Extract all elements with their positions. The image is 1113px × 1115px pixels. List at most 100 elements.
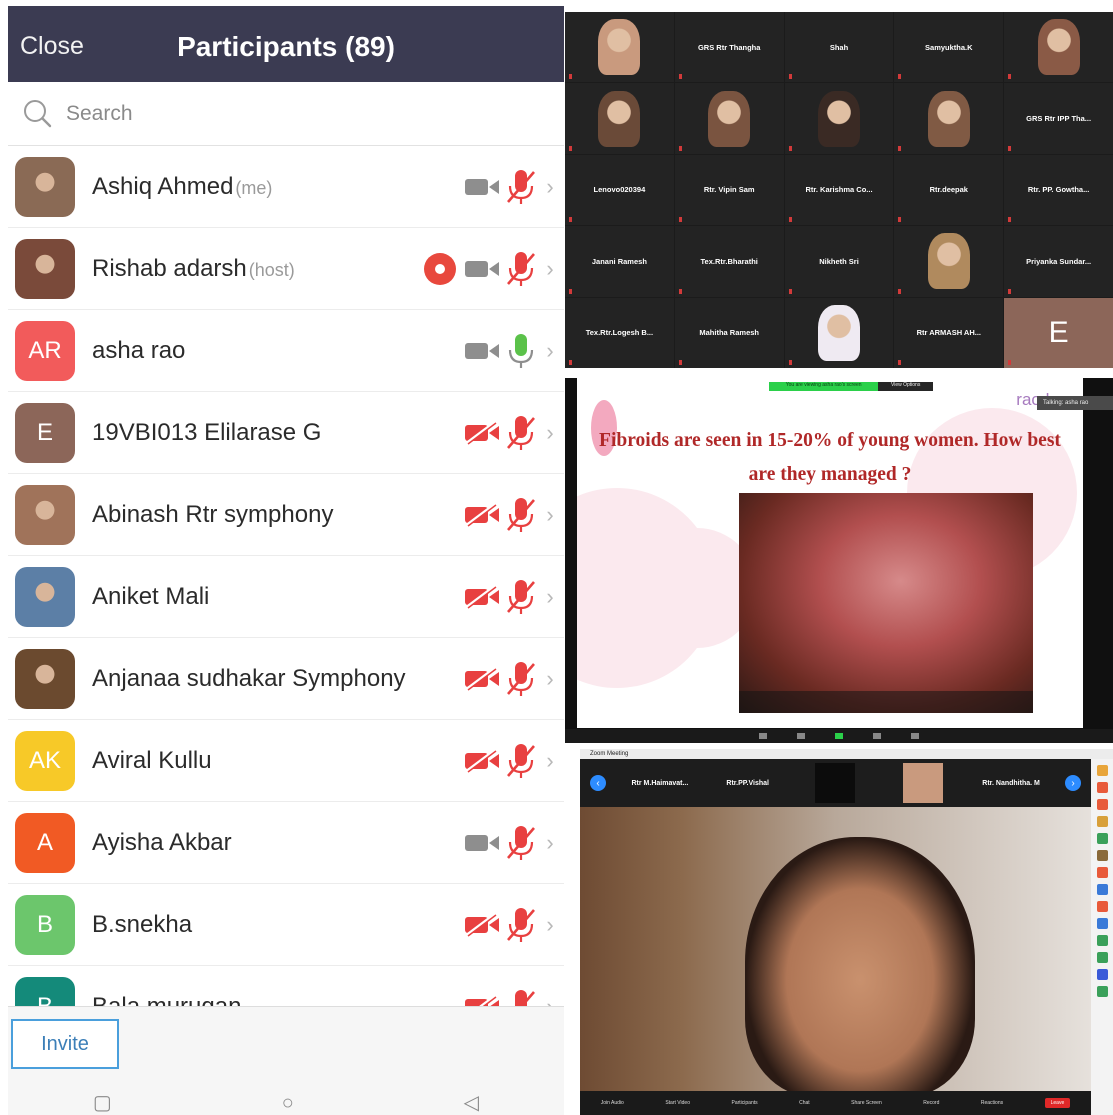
participant-avatar: [15, 648, 75, 709]
gallery-tile[interactable]: Priyanka Sundar...: [1004, 226, 1113, 297]
gallery-tile[interactable]: [784, 297, 894, 368]
chevron-right-icon[interactable]: ›: [542, 174, 558, 200]
reactions-icon[interactable]: [911, 733, 919, 739]
participant-row[interactable]: Rishab adarsh (host) ›: [8, 228, 564, 310]
gallery-tile[interactable]: Rtr ARMASH AH...: [894, 297, 1004, 368]
participant-name: Ashiq Ahmed (me): [92, 172, 273, 200]
mic-muted-icon[interactable]: [504, 496, 538, 534]
invite-button[interactable]: Invite: [11, 1019, 119, 1069]
participant-status-icons: ›: [464, 392, 558, 474]
participant-row[interactable]: E 19VBI013 Elilarase G ›: [8, 392, 564, 474]
record-icon[interactable]: [873, 733, 881, 739]
panel-title: Participants (89): [177, 31, 395, 62]
mic-muted-icon[interactable]: [504, 660, 538, 698]
video-off-icon[interactable]: [464, 421, 500, 445]
chevron-right-icon[interactable]: ›: [542, 256, 558, 282]
mic-muted-icon[interactable]: [504, 168, 538, 206]
gallery-tile[interactable]: Nikheth Sri: [784, 226, 894, 297]
participant-row[interactable]: A Ayisha Akbar ›: [8, 802, 564, 884]
participant-row[interactable]: Abinash Rtr symphony ›: [8, 474, 564, 556]
mic-muted-icon[interactable]: [504, 414, 538, 452]
participant-avatar: B: [15, 894, 75, 955]
share-icon[interactable]: [835, 733, 843, 739]
gallery-tile[interactable]: Rtr. Vipin Sam: [674, 154, 784, 226]
gallery-tile[interactable]: E: [1004, 297, 1113, 368]
participant-row[interactable]: Ashiq Ahmed (me) ›: [8, 146, 564, 228]
strip-tile: Rtr M.Haimavat...: [631, 779, 689, 787]
gallery-tile[interactable]: [784, 83, 894, 154]
gallery-tile[interactable]: Rtr. PP. Gowtha...: [1004, 154, 1113, 226]
gallery-tile[interactable]: GRS Rtr IPP Tha...: [1004, 83, 1113, 154]
participant-row[interactable]: Anjanaa sudhakar Symphony ›: [8, 638, 564, 720]
video-on-icon[interactable]: [464, 175, 500, 199]
prev-page-icon[interactable]: ‹: [590, 775, 606, 791]
participants-icon[interactable]: [759, 733, 767, 739]
video-off-icon[interactable]: [464, 585, 500, 609]
toolbar-button[interactable]: Join Audio: [601, 1100, 624, 1106]
video-on-icon[interactable]: [464, 257, 500, 281]
back-icon[interactable]: ◁: [464, 1090, 479, 1115]
gallery-tile[interactable]: GRS Rtr Thangha: [674, 12, 784, 83]
participant-row[interactable]: B B.snekha ›: [8, 884, 564, 966]
mic-muted-icon[interactable]: [504, 742, 538, 780]
gallery-tile[interactable]: Shah: [784, 12, 894, 83]
video-off-icon[interactable]: [464, 667, 500, 691]
mic-muted-icon: [898, 74, 902, 80]
gallery-tile[interactable]: [1004, 12, 1113, 83]
gallery-tile[interactable]: Mahitha Ramesh: [674, 297, 784, 368]
side-participant-avatar: [1096, 935, 1108, 946]
participant-row[interactable]: AK Aviral Kullu ›: [8, 720, 564, 802]
toolbar-button[interactable]: Reactions: [981, 1100, 1003, 1106]
gallery-tile[interactable]: Rtr. Karishma Co...: [784, 154, 894, 226]
participant-status-icons: ›: [464, 802, 558, 884]
mic-muted-icon[interactable]: [504, 906, 538, 944]
toolbar-button[interactable]: Share Screen: [851, 1100, 882, 1106]
tile-name: GRS Rtr Thangha: [697, 42, 761, 52]
chevron-right-icon[interactable]: ›: [542, 338, 558, 364]
home-icon[interactable]: ○: [282, 1092, 294, 1115]
gallery-tile[interactable]: [894, 83, 1004, 154]
mic-muted-icon[interactable]: [504, 824, 538, 862]
gallery-tile[interactable]: [565, 12, 674, 83]
gallery-tile[interactable]: Samyuktha.K: [894, 12, 1004, 83]
mic-muted-icon[interactable]: [504, 578, 538, 616]
gallery-tile[interactable]: Janani Ramesh: [565, 226, 674, 297]
surgical-video[interactable]: [739, 493, 1033, 713]
toolbar-button[interactable]: Start Video: [665, 1100, 690, 1106]
gallery-tile[interactable]: Tex.Rtr.Logesh B...: [565, 297, 674, 368]
leave-button[interactable]: Leave: [1044, 1098, 1071, 1108]
mic-on-icon[interactable]: [504, 332, 538, 370]
mic-muted-icon[interactable]: [504, 250, 538, 288]
chevron-right-icon[interactable]: ›: [542, 502, 558, 528]
participant-row[interactable]: AR asha rao ›: [8, 310, 564, 392]
gallery-tile[interactable]: [674, 83, 784, 154]
video-on-icon[interactable]: [464, 831, 500, 855]
gallery-tile[interactable]: Rtr.deepak: [894, 154, 1004, 226]
mic-muted-icon: [788, 360, 792, 365]
video-off-icon[interactable]: [464, 503, 500, 527]
gallery-tile[interactable]: [565, 83, 674, 154]
gallery-tile[interactable]: [894, 226, 1004, 297]
video-off-icon[interactable]: [464, 913, 500, 937]
chevron-right-icon[interactable]: ›: [542, 420, 558, 446]
video-controls[interactable]: [739, 691, 1033, 713]
chevron-right-icon[interactable]: ›: [542, 584, 558, 610]
next-page-icon[interactable]: ›: [1064, 775, 1081, 791]
gallery-tile[interactable]: Lenovo020394: [565, 154, 674, 226]
chevron-right-icon[interactable]: ›: [542, 912, 558, 938]
chat-icon[interactable]: [797, 733, 805, 739]
toolbar-button[interactable]: Record: [923, 1100, 939, 1106]
chevron-right-icon[interactable]: ›: [542, 666, 558, 692]
chevron-right-icon[interactable]: ›: [542, 748, 558, 774]
toolbar-button[interactable]: Participants: [731, 1100, 757, 1106]
toolbar-button[interactable]: Chat: [799, 1100, 810, 1106]
participant-video: [817, 304, 860, 361]
search-field[interactable]: Search: [8, 82, 564, 146]
video-off-icon[interactable]: [464, 749, 500, 773]
view-options-button[interactable]: View Options: [878, 382, 933, 391]
gallery-tile[interactable]: Tex.Rtr.Bharathi: [674, 226, 784, 297]
participant-row[interactable]: Aniket Mali ›: [8, 556, 564, 638]
chevron-right-icon[interactable]: ›: [542, 830, 558, 856]
recents-icon[interactable]: ▢: [93, 1090, 112, 1115]
video-on-icon[interactable]: [464, 339, 500, 363]
